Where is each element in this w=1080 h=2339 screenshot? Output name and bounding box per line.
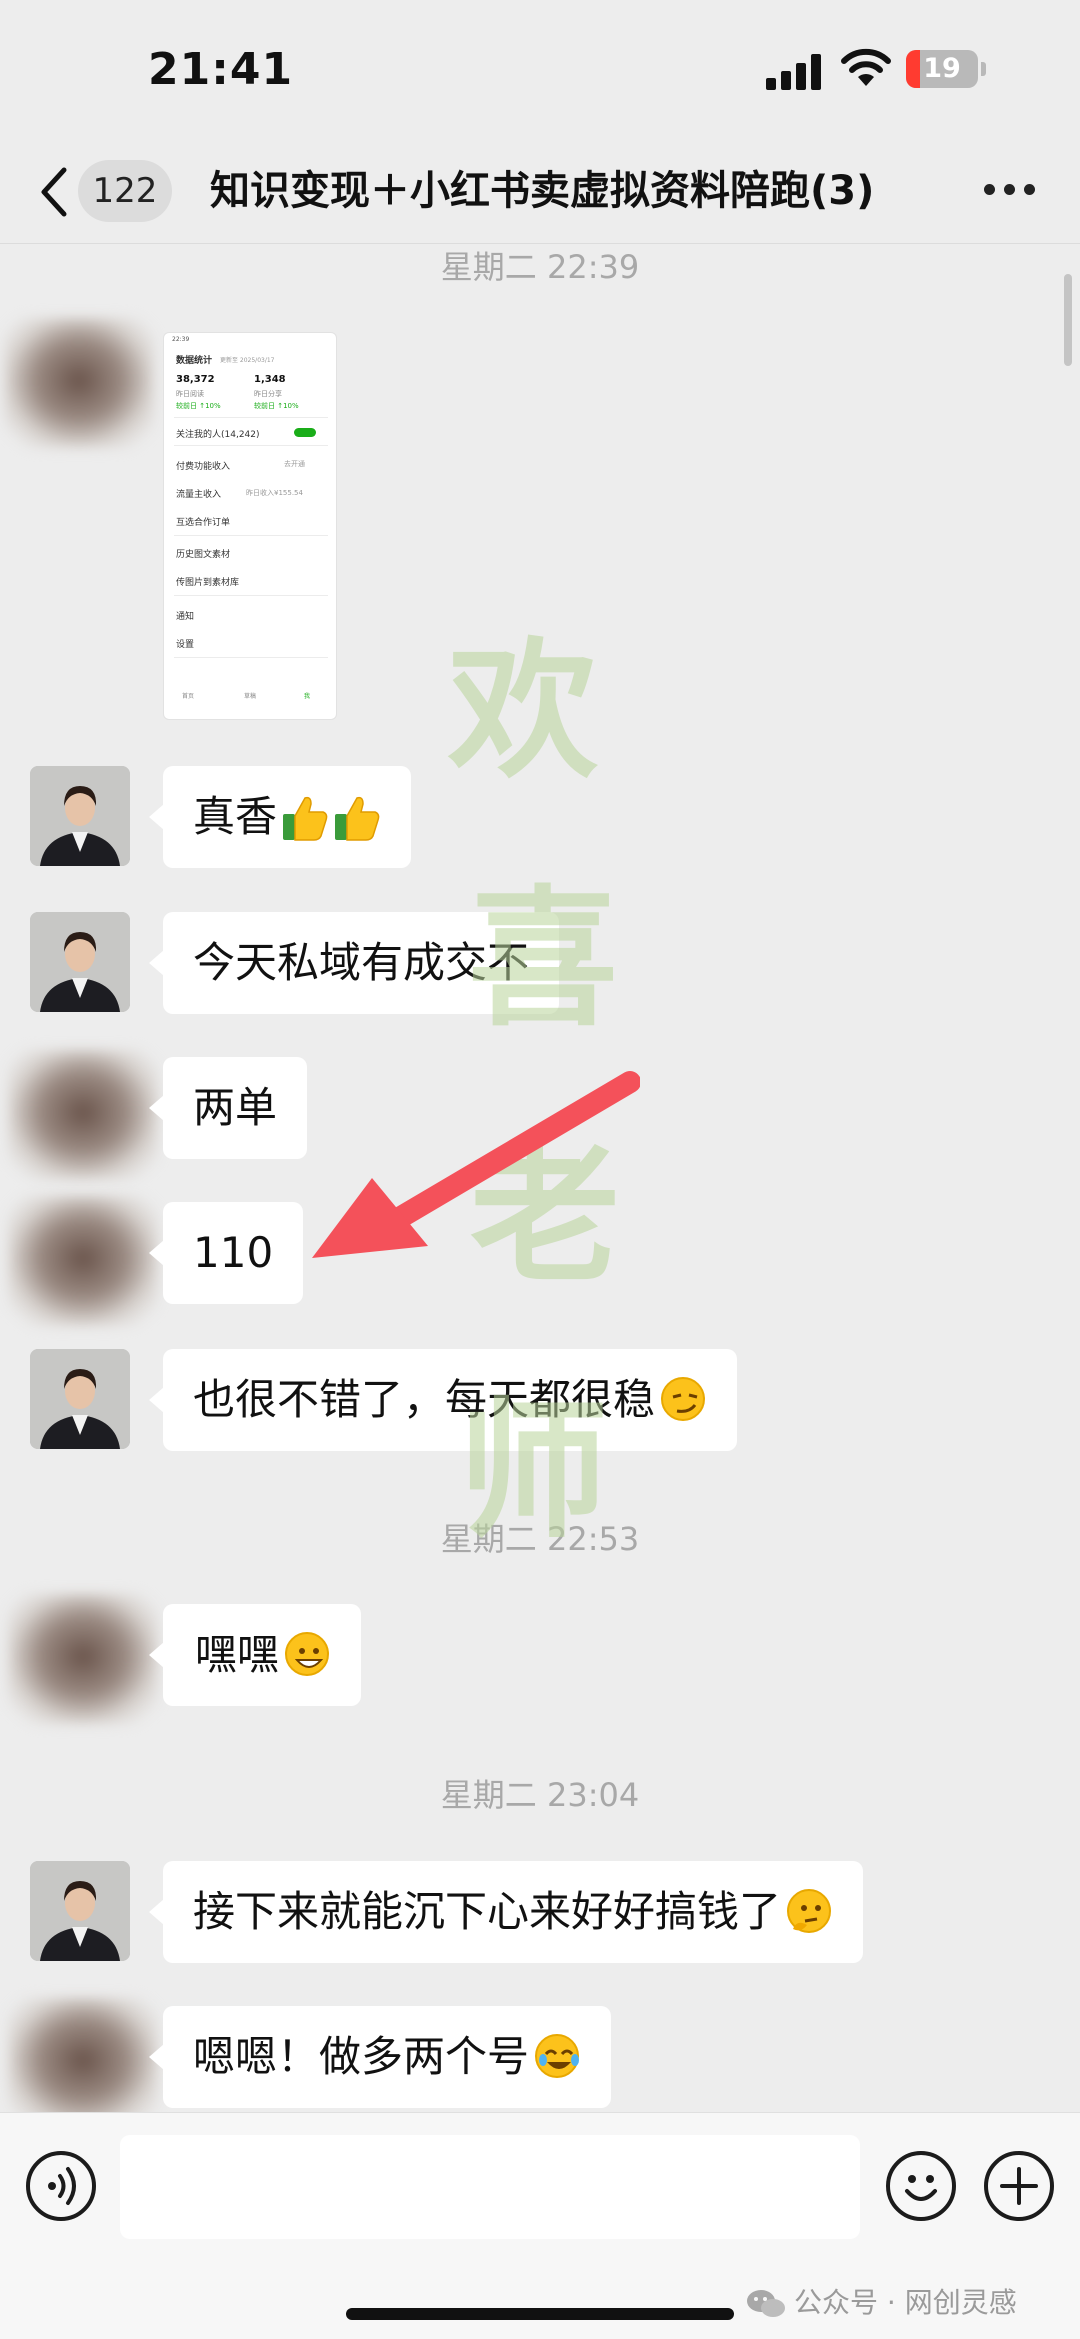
plus-icon [1000,2167,1038,2205]
thumbs-up-icon [333,766,381,868]
back-chevron-icon[interactable] [36,166,72,218]
student-avatar[interactable] [4,318,154,448]
chat-title: 知识变现＋小红书卖虚拟资料陪跑(3) [210,168,875,214]
more-options-icon[interactable] [984,184,1036,198]
thumbnail-row: 通知 [176,612,195,622]
message-text: 110 [193,1228,274,1277]
teacher-avatar[interactable] [30,912,130,1012]
message-bubble[interactable]: 也很不错了，每天都很稳 [148,1349,738,1451]
source-watermark: 公众号 · 网创灵感 [746,2281,1017,2321]
message-text: 真香 [193,792,278,841]
thumbnail-status-bar: 22:39 [172,336,190,343]
thumbnail-stat1-delta: 较前日 ↑10% [176,402,221,410]
message-bubble[interactable]: 真香 [148,766,412,868]
annotation-arrow-icon [312,1071,640,1258]
student-avatar[interactable] [8,1594,158,1724]
message-bubble[interactable]: 两单 [148,1057,308,1159]
teacher-avatar[interactable] [30,1349,130,1449]
more-actions-button[interactable] [984,2151,1054,2221]
message-timestamp: 星期二 23:04 [440,1776,640,1814]
thumbnail-row: 历史图文素材 [176,550,231,560]
watermark-char: 师 [458,1383,609,1559]
message-input[interactable] [120,2135,860,2239]
thumbnail-stat2-value: 1,348 [254,374,286,385]
watermark-char: 欢 [448,623,599,799]
laugh-cry-face-icon [533,2006,581,2108]
thumbnail-stat2-label: 昨日分享 [254,390,282,398]
thumbnail-stat1-label: 昨日阅读 [176,390,204,398]
voice-input-button[interactable] [26,2151,96,2221]
thumbnail-tab: 我 [304,693,311,700]
student-avatar[interactable] [8,1196,158,1326]
thumbnail-row-right: 去开通 [284,460,305,468]
thumbnail-tab: 首页 [182,693,195,700]
thumbnail-stat1-value: 38,372 [176,374,215,385]
image-message-thumbnail[interactable]: 22:39 数据统计 更新至 2025/03/17 38,372 1,348 昨… [163,332,337,720]
message-text: 接下来就能沉下心来好好搞钱了 [193,1887,782,1936]
thumbnail-row-right: 昨日收入¥155.54 [246,489,303,497]
message-text: 嗯嗯！做多两个号 [193,2032,530,2081]
emoji-button[interactable] [886,2151,956,2221]
watermark-char: 喜 [468,871,619,1047]
message-text: 嘿嘿 [195,1630,280,1679]
thumbnail-header: 数据统计 [176,356,213,366]
battery-level: 19 [923,53,961,84]
grin-face-icon [283,1604,331,1706]
status-time: 21:41 [148,44,294,95]
smiley-icon [905,2175,937,2201]
thumbnail-row: 传图片到素材库 [176,578,240,588]
thumbnail-row: 设置 [176,640,195,650]
message-text: 两单 [193,1083,278,1132]
student-avatar[interactable] [8,1998,158,2128]
thumbnail-stat2-delta: 较前日 ↑10% [254,402,299,410]
input-bar: 公众号 · 网创灵感 [0,2112,1080,2339]
cellular-signal-icon [766,54,821,90]
message-bubble[interactable]: 接下来就能沉下心来好好搞钱了 [148,1861,864,1963]
thumbnail-row: 互选合作订单 [176,518,231,528]
thumbnail-header-date: 更新至 2025/03/17 [220,357,275,364]
wechat-logo-icon [747,2290,785,2317]
message-bubble[interactable]: 嗯嗯！做多两个号 [148,2006,612,2108]
smirk-face-icon [659,1349,707,1451]
thumbnail-row: 关注我的人(14,242) [176,430,260,440]
home-indicator[interactable] [346,2308,734,2320]
battery-indicator: 19 [906,50,986,88]
thumbs-up-icon [281,766,329,868]
message-bubble[interactable]: 嘿嘿 [148,1604,362,1706]
message-bubble[interactable]: 110 [148,1202,304,1304]
wifi-icon [841,48,891,86]
unread-count-badge[interactable]: 122 [78,160,172,222]
thumbnail-row: 付费功能收入 [176,462,231,472]
thumbnail-tab: 草稿 [244,693,257,700]
voice-icon [48,2167,76,2205]
teacher-avatar[interactable] [30,1861,130,1961]
status-bar: 21:41 19 [0,0,1080,140]
student-avatar[interactable] [8,1050,158,1180]
chat-header: 122 知识变现＋小红书卖虚拟资料陪跑(3) [0,140,1080,244]
teacher-avatar[interactable] [30,766,130,866]
source-text: 公众号 · 网创灵感 [794,2286,1017,2319]
thinking-face-icon [785,1861,833,1963]
message-timestamp: 星期二 22:39 [440,248,640,286]
thumbnail-row: 流量主收入 [176,490,222,500]
